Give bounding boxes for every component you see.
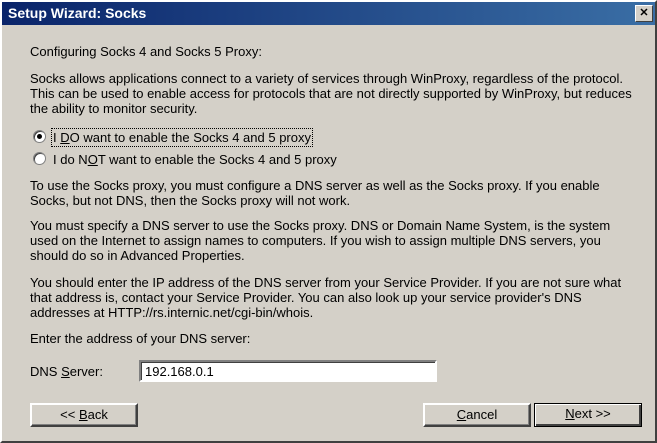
close-icon[interactable]: ✕ xyxy=(635,5,653,22)
back-button[interactable]: << Back xyxy=(30,403,138,427)
radio-enable-label[interactable]: I DO want to enable the Socks 4 and 5 pr… xyxy=(51,128,313,147)
radio-disable-socks[interactable]: I do NOT want to enable the Socks 4 and … xyxy=(33,151,337,169)
window-title: Setup Wizard: Socks xyxy=(8,5,147,21)
dns-explained-text: You must specify a DNS server to use the… xyxy=(30,218,611,263)
section-heading: Configuring Socks 4 and Socks 5 Proxy: xyxy=(30,44,262,59)
socks-intro-text: Socks allows applications connect to a v… xyxy=(30,71,632,116)
dns-server-label: DNS Server: xyxy=(30,364,103,379)
wizard-content: Configuring Socks 4 and Socks 5 Proxy: S… xyxy=(2,25,655,441)
dns-server-input[interactable] xyxy=(139,360,437,382)
dns-required-text: To use the Socks proxy, you must configu… xyxy=(30,178,600,208)
radio-disable-indicator[interactable] xyxy=(33,152,46,165)
next-button[interactable]: Next >> xyxy=(534,403,642,427)
radio-enable-indicator[interactable] xyxy=(33,130,46,143)
radio-enable-socks[interactable]: I DO want to enable the Socks 4 and 5 pr… xyxy=(33,128,313,147)
title-bar[interactable]: Setup Wizard: Socks ✕ xyxy=(2,2,655,25)
cancel-button[interactable]: Cancel xyxy=(423,403,531,427)
dns-provider-text: You should enter the IP address of the D… xyxy=(30,275,622,320)
radio-disable-label[interactable]: I do NOT want to enable the Socks 4 and … xyxy=(53,152,337,167)
dns-prompt: Enter the address of your DNS server: xyxy=(30,331,251,346)
setup-wizard-window: Setup Wizard: Socks ✕ Configuring Socks … xyxy=(0,0,657,443)
